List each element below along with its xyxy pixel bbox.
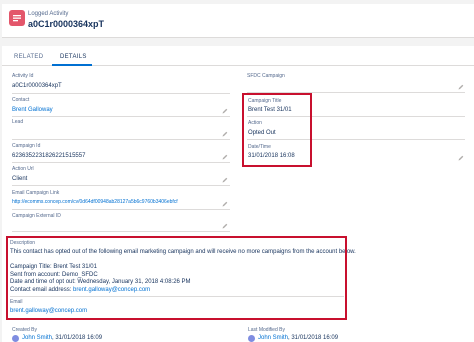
pencil-icon[interactable] [222, 177, 228, 183]
tab-details[interactable]: DETAILS [60, 54, 87, 60]
activity-id-label: Activity Id [12, 73, 34, 79]
record-header: Logged Activity a0C1r0000364xpT [2, 4, 474, 38]
created-by-label: Created By [12, 327, 38, 333]
action-url-value: Client [12, 176, 28, 182]
email-campaign-link[interactable]: http://ecomms.concep.com/cv/0d64df00948a… [12, 199, 178, 205]
tab-related[interactable]: RELATED [14, 54, 43, 60]
contact-link[interactable]: Brent Galloway [12, 107, 53, 113]
campaign-id-value: 6236352231826221515557 [12, 153, 86, 159]
email-campaign-link-label: Email Campaign Link [12, 190, 60, 196]
highlight-box-description [6, 236, 347, 320]
active-tab-indicator [52, 64, 92, 66]
user-avatar-icon [12, 335, 19, 342]
campaign-id-label: Campaign Id [12, 143, 41, 149]
field-divider [12, 185, 230, 186]
field-divider [12, 231, 230, 232]
pencil-icon[interactable] [458, 84, 464, 90]
field-divider [12, 93, 230, 94]
custom-object-icon [9, 10, 25, 26]
contact-label: Contact [12, 97, 30, 103]
pencil-icon[interactable] [222, 131, 228, 137]
field-divider [12, 116, 230, 117]
modified-by-user-link[interactable]: John Smith [258, 335, 288, 341]
created-by-value: John Smith, 31/01/2018 16:09 [22, 335, 102, 341]
field-divider [12, 139, 230, 140]
pencil-icon[interactable] [222, 154, 228, 160]
sfdc-campaign-label: SFDC Campaign [247, 73, 285, 79]
user-avatar-icon [248, 335, 255, 342]
activity-id-value: a0C1r0000364xpT [12, 83, 62, 89]
pencil-icon[interactable] [222, 201, 228, 207]
pencil-icon[interactable] [222, 223, 228, 229]
field-divider [12, 162, 230, 163]
last-modified-value: John Smith, 31/01/2018 16:09 [258, 335, 338, 341]
pencil-icon[interactable] [458, 155, 464, 161]
highlight-box-campaign [242, 93, 312, 167]
created-by-user-link[interactable]: John Smith [22, 335, 52, 341]
modified-date: , 31/01/2018 16:09 [288, 335, 339, 341]
lead-label: Lead [12, 119, 24, 125]
pencil-icon[interactable] [222, 108, 228, 114]
campaign-external-id-label: Campaign External ID [12, 213, 61, 219]
tab-bar: RELATED DETAILS [2, 46, 474, 66]
created-date: , 31/01/2018 16:09 [52, 335, 103, 341]
last-modified-label: Last Modified By [248, 327, 285, 333]
object-type-label: Logged Activity [28, 11, 69, 17]
record-name: a0C1r0000364xpT [28, 19, 105, 29]
field-divider [12, 209, 230, 210]
action-url-label: Action Url [12, 166, 34, 172]
